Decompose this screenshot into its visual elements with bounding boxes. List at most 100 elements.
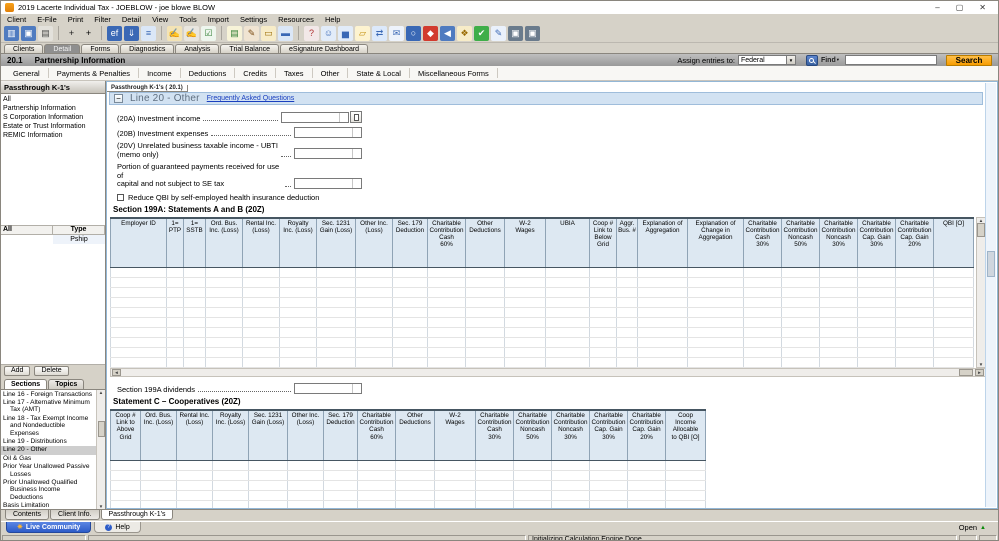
grid-cell[interactable] [355, 357, 393, 368]
grid-cell[interactable] [465, 297, 505, 308]
grid-cell[interactable] [637, 297, 688, 308]
grid-cell[interactable] [589, 317, 617, 328]
k1-grid-row[interactable]: Pship [1, 235, 105, 244]
grid-cell[interactable] [316, 327, 356, 338]
grid-cell[interactable] [589, 267, 617, 278]
grid-cell[interactable] [504, 347, 546, 358]
doc-tab-passthrough-k-1-s[interactable]: Passthrough K-1's [100, 510, 174, 520]
organizer-icon[interactable]: ▭ [261, 25, 276, 41]
rep-status-icon[interactable]: ✍ [184, 25, 199, 41]
grid-cell[interactable] [819, 317, 858, 328]
grid-cell[interactable] [212, 460, 249, 471]
grid-cell[interactable] [316, 347, 356, 358]
grid-cell[interactable] [933, 317, 974, 328]
grid-cell[interactable] [465, 287, 505, 298]
grid-cell[interactable] [316, 307, 356, 318]
grid-cell[interactable] [355, 347, 393, 358]
flat-panel-icon[interactable]: ▬ [278, 25, 293, 41]
grid-cell[interactable] [545, 297, 590, 308]
transfer-out-truck-icon[interactable]: ▣ [508, 25, 523, 41]
grid-cell[interactable] [465, 307, 505, 318]
grid-cell[interactable] [589, 287, 617, 298]
grid-cell[interactable] [316, 287, 356, 298]
grid-cell[interactable] [357, 480, 396, 491]
grid-cell[interactable] [637, 287, 688, 298]
grid-cell[interactable] [589, 480, 628, 491]
grid-cell[interactable] [248, 490, 288, 501]
grid-cell[interactable] [475, 470, 514, 481]
grid-cell[interactable] [616, 347, 638, 358]
tab-sections[interactable]: Sections [4, 378, 48, 389]
grid-cell[interactable] [589, 460, 628, 471]
close-icon[interactable]: ✕ [979, 3, 986, 12]
section-item-line-19-distributions[interactable]: Line 19 - Distributions [1, 438, 96, 446]
grid-cell[interactable] [392, 297, 428, 308]
grid-cell[interactable] [627, 500, 666, 508]
grid-cell[interactable] [465, 317, 505, 328]
calendar-help-icon[interactable]: ? [304, 25, 319, 41]
grid-cell[interactable] [637, 307, 688, 318]
grid-cell[interactable] [287, 480, 324, 491]
grid-cell[interactable] [279, 277, 317, 288]
grid-cell[interactable] [392, 347, 428, 358]
grid-cell[interactable] [183, 277, 206, 288]
grid-cell[interactable] [475, 480, 514, 491]
ef-wizard-icon[interactable]: ef [107, 25, 122, 41]
category-tab-deductions[interactable]: Deductions [181, 68, 236, 78]
grid-cell[interactable] [248, 460, 288, 471]
grid-cell[interactable] [616, 267, 638, 278]
grid-cell[interactable] [427, 347, 466, 358]
grid-cell[interactable] [183, 357, 206, 368]
live-community-tab[interactable]: ✷ Live Community [6, 522, 92, 533]
k1-item-all[interactable]: All [1, 95, 105, 104]
grid-cell[interactable] [637, 327, 688, 338]
grid-cell[interactable] [857, 267, 896, 278]
k1-item-s-corporation-information[interactable]: S Corporation Information [1, 113, 105, 122]
grid-cell[interactable] [205, 357, 243, 368]
grid-cell[interactable] [665, 460, 706, 471]
grid-cell[interactable] [279, 327, 317, 338]
grid-cell[interactable] [212, 500, 249, 508]
grid-cell[interactable] [316, 297, 356, 308]
grid-cell[interactable] [395, 480, 435, 491]
grid-cell[interactable] [166, 337, 184, 348]
grid-cell[interactable] [427, 307, 466, 318]
grid-cell[interactable] [395, 500, 435, 508]
grid-cell[interactable] [589, 357, 617, 368]
grid-cell[interactable] [176, 470, 213, 481]
grid-cell[interactable] [183, 327, 206, 338]
grid-cell[interactable] [819, 347, 858, 358]
k1-item-remic-information[interactable]: REMIC Information [1, 131, 105, 140]
grid-cell[interactable] [504, 287, 546, 298]
grid-cell[interactable] [687, 307, 744, 318]
find-dropdown-icon[interactable]: ▾ [837, 57, 839, 63]
grid-cell[interactable] [427, 287, 466, 298]
grid-cell[interactable] [545, 327, 590, 338]
grid-cell[interactable] [427, 267, 466, 278]
tab-diagnostics[interactable]: Diagnostics [120, 44, 175, 53]
grid-cell[interactable] [279, 337, 317, 348]
tab-detail[interactable]: Detail [44, 44, 81, 53]
category-tab-credits[interactable]: Credits [235, 68, 276, 78]
grid-cell[interactable] [743, 287, 782, 298]
grid-cell[interactable] [616, 337, 638, 348]
grid-cell[interactable] [242, 327, 280, 338]
grid-cell[interactable] [110, 490, 141, 501]
grid-cell[interactable] [357, 500, 396, 508]
grid-cell[interactable] [140, 490, 177, 501]
grid-cell[interactable] [513, 490, 552, 501]
category-tab-state-local[interactable]: State & Local [348, 68, 410, 78]
grid-cell[interactable] [504, 297, 546, 308]
grid-cell[interactable] [357, 470, 396, 481]
grid-cell[interactable] [895, 267, 934, 278]
grid-cell[interactable] [183, 297, 206, 308]
grid-cell[interactable] [637, 337, 688, 348]
grid-cell[interactable] [316, 267, 356, 278]
grid-cell[interactable] [183, 267, 206, 278]
grid-cell[interactable] [287, 500, 324, 508]
grid-cell[interactable] [287, 460, 324, 471]
grid-horizontal-scrollbar[interactable]: ◄ ► [110, 368, 986, 377]
grid-cell[interactable] [819, 337, 858, 348]
grid-cell[interactable] [316, 277, 356, 288]
grid-cell[interactable] [355, 277, 393, 288]
